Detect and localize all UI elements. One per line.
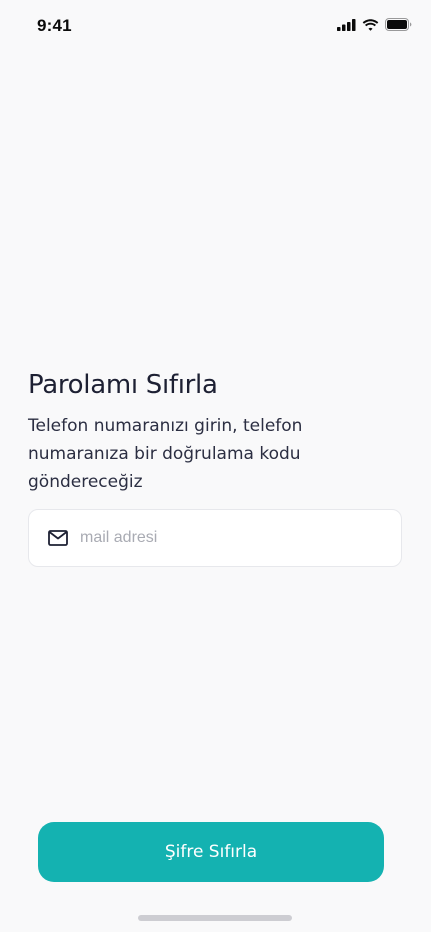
wifi-icon (362, 18, 379, 31)
page-description: Telefon numaranızı girin, telefon numara… (28, 416, 303, 492)
email-input[interactable] (80, 529, 370, 547)
email-field[interactable] (28, 509, 402, 567)
status-icons (337, 18, 412, 31)
home-indicator (138, 915, 292, 921)
page-title: Parolamı Sıfırla (28, 370, 218, 400)
status-time: 9:41 (37, 16, 72, 35)
signal-icon (337, 18, 356, 31)
battery-icon (385, 18, 412, 31)
status-bar: 9:41 (0, 0, 431, 52)
reset-password-content: Parolamı Sıfırla Telefon numaranızı giri… (28, 368, 403, 496)
mail-icon (48, 529, 70, 547)
reset-password-button[interactable]: Şifre Sıfırla (38, 822, 384, 882)
